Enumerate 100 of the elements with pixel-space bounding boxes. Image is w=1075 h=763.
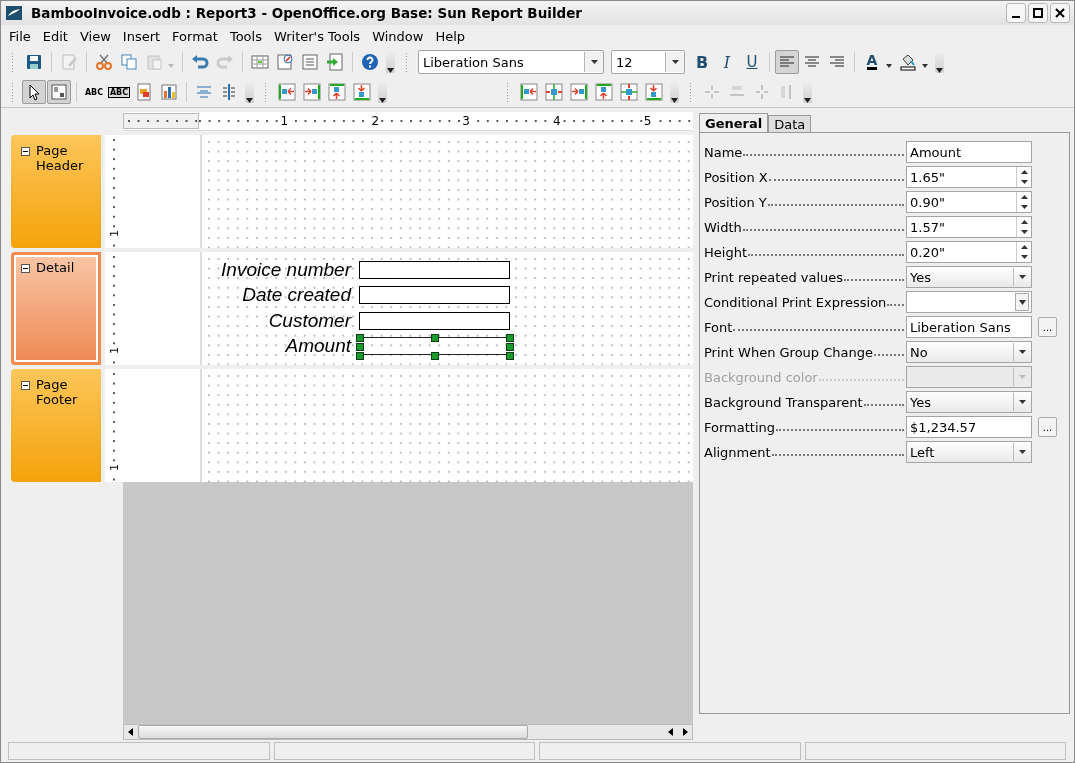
caret-icon bbox=[1018, 373, 1027, 381]
align-objects-button[interactable] bbox=[542, 80, 566, 104]
font-color-button[interactable]: A bbox=[860, 50, 884, 74]
shapes-button[interactable] bbox=[47, 80, 71, 104]
menu-item[interactable]: Edit bbox=[36, 28, 74, 44]
text-field[interactable]: Liberation Sans bbox=[906, 316, 1032, 338]
underline-button[interactable]: U bbox=[740, 50, 764, 74]
align-objects-button[interactable] bbox=[642, 80, 666, 104]
caret-icon bbox=[379, 98, 386, 103]
align-objects-button[interactable] bbox=[300, 80, 324, 104]
dropdown-field[interactable]: Yes bbox=[906, 266, 1032, 288]
image-icon bbox=[135, 83, 153, 101]
menu-item[interactable]: View bbox=[73, 28, 117, 44]
spin-field[interactable]: 1.57" bbox=[906, 216, 1032, 238]
toolbar-grip[interactable] bbox=[11, 52, 15, 72]
menu-item[interactable]: Format bbox=[166, 28, 224, 44]
close-button[interactable] bbox=[1050, 3, 1070, 23]
maximize-button[interactable] bbox=[1028, 3, 1048, 23]
text-field[interactable]: Amount bbox=[906, 141, 1032, 163]
property-label: Position X bbox=[704, 169, 768, 185]
minimize-button[interactable] bbox=[1006, 3, 1026, 23]
align-objects-button[interactable] bbox=[592, 80, 616, 104]
italic-button[interactable]: I bbox=[715, 50, 739, 74]
selected-report-field[interactable] bbox=[356, 333, 513, 358]
report-label[interactable]: Date created bbox=[202, 285, 351, 306]
caret-icon bbox=[936, 68, 943, 73]
align-objects-icon bbox=[278, 83, 296, 101]
spin-down-icon bbox=[1020, 230, 1028, 234]
spin-field[interactable]: 0.90" bbox=[906, 191, 1032, 213]
horizontal-scrollbar[interactable] bbox=[123, 724, 693, 740]
bold-button[interactable]: B bbox=[690, 50, 714, 74]
dropdown-field[interactable]: Yes bbox=[906, 391, 1032, 413]
toolbar-overflow-button[interactable] bbox=[935, 51, 944, 73]
report-label[interactable]: Invoice number bbox=[202, 260, 351, 280]
text-field[interactable]: $1,234.57 bbox=[906, 416, 1032, 438]
help-icon bbox=[361, 53, 379, 71]
report-field[interactable] bbox=[359, 261, 510, 279]
property-label: Alignment bbox=[704, 444, 771, 460]
menu-item[interactable]: Window bbox=[366, 28, 430, 44]
align-objects-button[interactable] bbox=[617, 80, 641, 104]
paste-icon bbox=[145, 53, 163, 71]
toolbar-overflow-button[interactable] bbox=[245, 81, 254, 103]
align-objects-icon bbox=[303, 83, 321, 101]
dropdown-field[interactable]: Left bbox=[906, 441, 1032, 463]
menu-item[interactable]: Insert bbox=[116, 28, 167, 44]
align-objects-button[interactable] bbox=[567, 80, 591, 104]
redo-icon bbox=[216, 53, 234, 71]
table-icon bbox=[251, 53, 269, 71]
tab[interactable]: Data bbox=[768, 115, 812, 132]
property-label: Font bbox=[704, 319, 733, 335]
align-objects-button[interactable] bbox=[350, 80, 374, 104]
section-header[interactable]: Page Header bbox=[11, 135, 101, 248]
menu-item[interactable]: File bbox=[3, 28, 37, 44]
label-button[interactable]: ABC bbox=[82, 80, 106, 104]
toolbar-overflow-button[interactable] bbox=[803, 81, 812, 103]
dropdown-field[interactable]: No bbox=[906, 341, 1032, 363]
toolbar-overflow-button[interactable] bbox=[386, 51, 395, 73]
section-header[interactable]: Detail bbox=[11, 252, 101, 365]
section-header[interactable]: Page Footer bbox=[11, 369, 101, 482]
toolbar-overflow-button[interactable] bbox=[378, 81, 387, 103]
align-objects-button[interactable] bbox=[275, 80, 299, 104]
property-label: Formatting bbox=[704, 419, 775, 435]
document-icon bbox=[301, 53, 319, 71]
combo-field[interactable] bbox=[906, 291, 1032, 313]
toolbar-overflow-button[interactable] bbox=[670, 81, 679, 103]
align-objects-button[interactable] bbox=[517, 80, 541, 104]
toolbar-grip[interactable] bbox=[405, 52, 409, 72]
report-field[interactable] bbox=[359, 286, 510, 305]
report-field[interactable] bbox=[359, 311, 510, 330]
collapse-icon[interactable] bbox=[21, 147, 30, 156]
scroll-thumb[interactable] bbox=[138, 725, 528, 739]
toolbar-grip[interactable] bbox=[264, 82, 268, 102]
section-title: Page Footer bbox=[36, 377, 79, 407]
spin-field[interactable]: 0.20" bbox=[906, 241, 1032, 263]
toolbar-grip[interactable] bbox=[11, 82, 15, 102]
report-label[interactable]: Amount bbox=[202, 335, 351, 356]
undo-icon bbox=[191, 53, 209, 71]
toolbar-grip[interactable] bbox=[506, 82, 510, 102]
spin-field[interactable]: 1.65" bbox=[906, 166, 1032, 188]
menu-item[interactable]: Help bbox=[429, 28, 472, 44]
ruler-number: 2 bbox=[370, 114, 380, 128]
toolbar-grip[interactable] bbox=[689, 82, 693, 102]
property-label: Conditional Print Expression bbox=[704, 294, 887, 310]
pointer-button[interactable] bbox=[22, 80, 46, 104]
align-objects-icon bbox=[520, 83, 538, 101]
font-name-combo[interactable]: Liberation Sans bbox=[418, 50, 604, 74]
report-label[interactable]: Customer bbox=[202, 310, 351, 331]
scroll-right-icon bbox=[681, 728, 689, 736]
font-size-combo[interactable]: 12 bbox=[611, 50, 685, 74]
menu-item[interactable]: Tools bbox=[223, 28, 268, 44]
collapse-icon[interactable] bbox=[21, 264, 30, 273]
menu-item[interactable]: Writer's Tools bbox=[267, 28, 367, 44]
browse-button[interactable]: ... bbox=[1038, 317, 1057, 337]
align-left-button[interactable] bbox=[775, 50, 799, 74]
align-objects-icon bbox=[545, 83, 563, 101]
align-objects-button[interactable] bbox=[325, 80, 349, 104]
caret-icon bbox=[670, 58, 680, 66]
browse-button[interactable]: ... bbox=[1038, 417, 1057, 437]
collapse-icon[interactable] bbox=[21, 381, 30, 390]
tab[interactable]: General bbox=[699, 113, 769, 132]
